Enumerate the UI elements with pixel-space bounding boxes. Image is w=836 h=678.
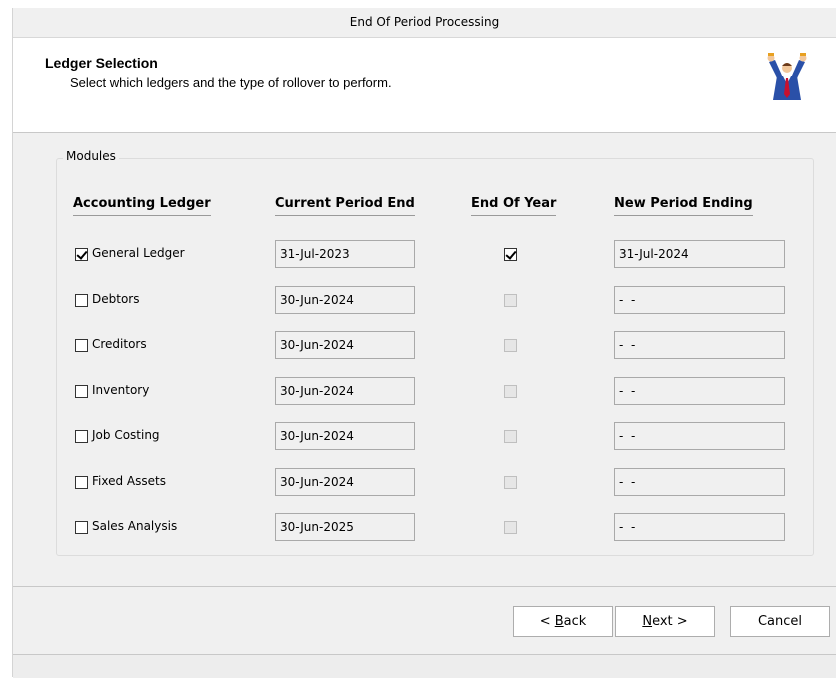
ledger-label-sales-analysis[interactable]: Sales Analysis [92,519,177,533]
end-of-year-checkbox-sales-analysis [504,521,517,534]
column-header-accounting-ledger: Accounting Ledger [73,196,211,216]
new-period-ending-field-inventory: - - [614,377,785,405]
ledger-checkbox-inventory[interactable] [75,385,88,398]
ledger-label-debtors[interactable]: Debtors [92,292,139,306]
page-subtitle: Select which ledgers and the type of rol… [70,75,392,90]
ledger-label-creditors[interactable]: Creditors [92,337,147,351]
new-period-ending-field-sales-analysis: - - [614,513,785,541]
end-of-year-checkbox-inventory [504,385,517,398]
ledger-checkbox-general-ledger[interactable] [75,248,88,261]
next-button[interactable]: Next > [615,606,715,637]
ledger-label-general-ledger[interactable]: General Ledger [92,246,185,260]
end-of-year-checkbox-fixed-assets [504,476,517,489]
ledger-checkbox-debtors[interactable] [75,294,88,307]
current-period-end-field-creditors: 30-Jun-2024 [275,331,415,359]
new-period-ending-field-creditors: - - [614,331,785,359]
end-of-year-checkbox-general-ledger[interactable] [504,248,517,261]
modules-group-label: Modules [63,149,119,163]
current-period-end-field-job-costing: 30-Jun-2024 [275,422,415,450]
current-period-end-field-sales-analysis: 30-Jun-2025 [275,513,415,541]
page-title: Ledger Selection [45,55,158,71]
status-bar [13,654,836,678]
column-header-new-period-ending: New Period Ending [614,196,753,216]
wizard-header: Ledger Selection Select which ledgers an… [13,37,836,133]
column-header-current-period-end: Current Period End [275,196,415,216]
ledger-label-inventory[interactable]: Inventory [92,383,149,397]
celebrating-person-icon [767,53,807,100]
end-of-year-checkbox-creditors [504,339,517,352]
current-period-end-field-debtors: 30-Jun-2024 [275,286,415,314]
back-button[interactable]: < Back [513,606,613,637]
new-period-ending-field-fixed-assets: - - [614,468,785,496]
ledger-label-job-costing[interactable]: Job Costing [92,428,160,442]
next-button-accelerator: N [642,614,653,629]
footer-separator [13,586,836,587]
ledger-checkbox-sales-analysis[interactable] [75,521,88,534]
end-of-year-checkbox-job-costing [504,430,517,443]
current-period-end-field-fixed-assets: 30-Jun-2024 [275,468,415,496]
window-title: End Of Period Processing [349,15,500,29]
back-button-prefix: < [539,614,555,629]
next-button-rest: ext > [652,614,688,629]
ledger-checkbox-fixed-assets[interactable] [75,476,88,489]
ledger-label-fixed-assets[interactable]: Fixed Assets [92,474,166,488]
new-period-ending-field-debtors: - - [614,286,785,314]
back-button-accelerator: B [554,614,564,629]
ledger-checkbox-job-costing[interactable] [75,430,88,443]
title-bar: End Of Period Processing [13,8,836,37]
current-period-end-field-general-ledger: 31-Jul-2023 [275,240,415,268]
ledger-checkbox-creditors[interactable] [75,339,88,352]
end-of-year-checkbox-debtors [504,294,517,307]
wizard-window: End Of Period Processing Ledger Selectio… [12,8,836,678]
column-header-end-of-year: End Of Year [471,196,557,216]
current-period-end-field-inventory: 30-Jun-2024 [275,377,415,405]
new-period-ending-field-general-ledger: 31-Jul-2024 [614,240,785,268]
back-button-rest: ack [563,614,587,629]
new-period-ending-field-job-costing: - - [614,422,785,450]
cancel-button[interactable]: Cancel [730,606,830,637]
